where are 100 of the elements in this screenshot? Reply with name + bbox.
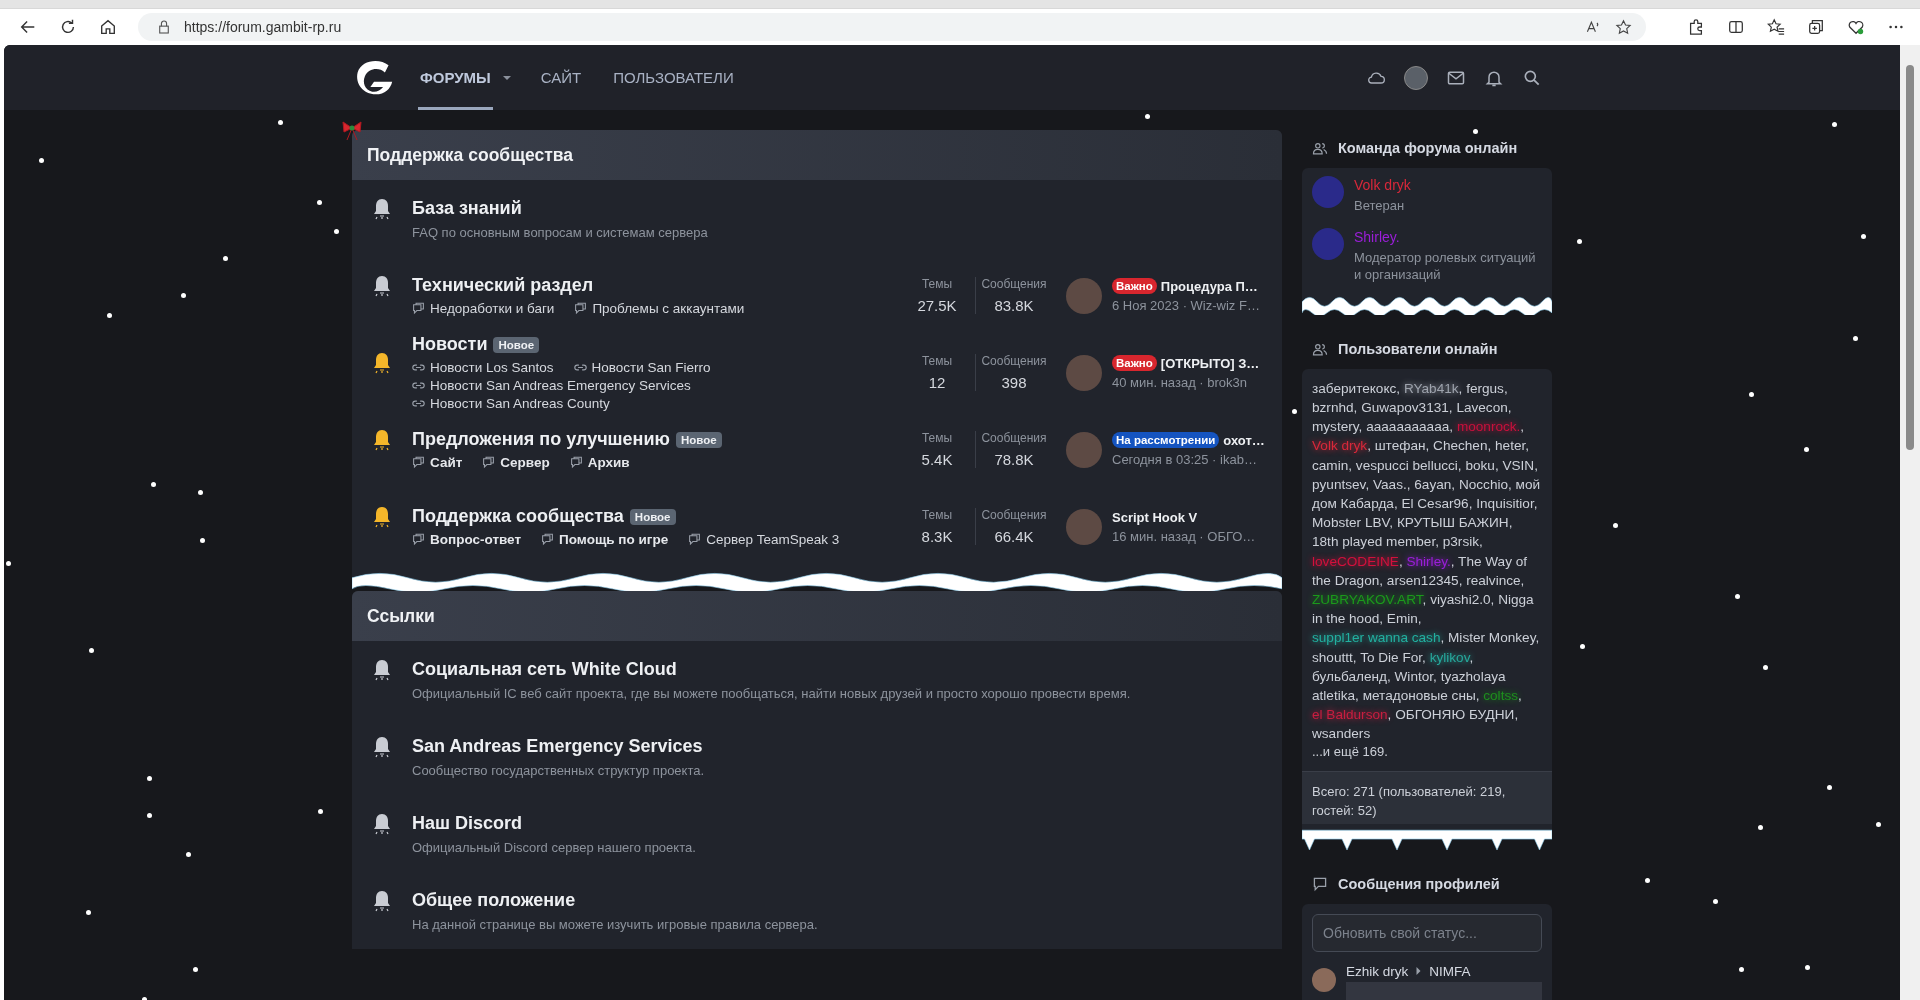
stat-value: 5.4K: [920, 451, 954, 468]
online-users-list: заберитекокс, RYab41k, fergus, bzrnhd, Guwapov3131, Lavecon, mystery, ааааааааааа, moonrock., Volk dryk, штефан, Chechen, heter, camin, vespucci bellucci, boku, VSIN, pyuntsev, Vaas., 6ayan, Nocchio, мой дом Кабарда, El Cesar96, Inquisitior, Mobster LBV, КРУТЫШ БАЖИН, 18th played member, p3rsik, loveCODEINE, Shirley., The Way of the Dragon, arsen12345, realvince, ZUBRYAKOV.ART, viyashi2.0, Nigga in the hood, Emin, suppl1er wanna cash, Mister Monkey, shouttt, To Die For, kylikov, бульбаленд, Wintor, tyazholaya atletika, метадоновые сны, coltss, el Baldurson, ОБГОНЯЮ БУДНИ, wsanders: [1302, 368, 1552, 744]
subforum-link[interactable]: Проблемы с аккаунтами: [574, 301, 745, 316]
snowflake-dot: [1580, 644, 1585, 649]
snowflake-dot: [147, 776, 152, 781]
chat-bubbles-icon: [541, 533, 555, 546]
widget-title: Команда форума онлайн: [1338, 140, 1518, 156]
snowflake-dot: [1613, 523, 1618, 528]
snowflake-dot: [1861, 234, 1866, 239]
subforum-link[interactable]: Сервер TeamSpeak 3: [688, 532, 840, 547]
snowflake-dot: [193, 967, 198, 972]
more-users-text: ...и ещё 169.: [1311, 743, 1389, 761]
snowflake-dot: [107, 313, 112, 318]
read-aloud-icon[interactable]: [1585, 19, 1601, 35]
address-bar[interactable]: https://forum.gambit-rp.ru: [138, 13, 1646, 41]
home-icon[interactable]: [98, 17, 118, 37]
scrollbar[interactable]: [1900, 45, 1920, 1000]
stat-label: Темы: [920, 354, 954, 368]
username-link[interactable]: coltss: [1483, 688, 1518, 703]
snowflake-dot: [1735, 594, 1740, 599]
forum-title-link[interactable]: Социальная сеть White Cloud: [412, 658, 677, 680]
stat-label: Темы: [920, 277, 954, 291]
forum-description: Сообщество государственных структур проекта.: [412, 762, 706, 778]
star-icon[interactable]: [1615, 18, 1632, 36]
snowflake-dot: [1853, 336, 1858, 341]
subforum-link[interactable]: Новости San Andreas County: [412, 396, 610, 411]
forum-description: Официальный Discord сервер нашего проекта.: [412, 839, 697, 855]
user-role: Ветеран: [1354, 198, 1406, 215]
caret-icon[interactable]: [502, 75, 511, 80]
snowflake-dot: [278, 120, 283, 125]
collections-icon[interactable]: [1806, 17, 1826, 37]
subforum-link[interactable]: Недоработки и баги: [412, 301, 555, 316]
stat-label: Сообщения: [980, 354, 1048, 368]
new-badge: Новое: [629, 508, 676, 525]
subforum-link[interactable]: Сайт: [412, 455, 463, 470]
thread-prefix-label: Важно: [1112, 355, 1157, 371]
snowflake-dot: [181, 293, 186, 298]
favorites-icon[interactable]: [1766, 17, 1786, 37]
category-title[interactable]: Ссылки: [352, 591, 1282, 641]
stat-label: Сообщения: [980, 508, 1048, 522]
url-text: https://forum.gambit-rp.ru: [184, 19, 342, 35]
chat-bubbles-icon: [569, 456, 583, 469]
speech-bubble-icon: [1312, 875, 1328, 892]
forum-description: Официальный IC веб сайт проекта, где вы можете пообщаться, найти новых друзей и просто хорошо провести время.: [412, 685, 1132, 701]
forum-title-link[interactable]: Технический раздел: [412, 275, 594, 296]
username-link[interactable]: Ezhik dryk: [1346, 963, 1409, 979]
username-link[interactable]: NIMFA: [1429, 963, 1471, 979]
subforum-link[interactable]: Помощь по игре: [541, 532, 669, 547]
user-role: Модератор ролевых ситуаций и организаций: [1354, 250, 1537, 283]
nav-tab[interactable]: ФОРУМЫ: [418, 45, 493, 110]
snowflake-dot: [1804, 447, 1809, 452]
forum-title-link[interactable]: Поддержка сообщества: [412, 506, 624, 527]
chat-bubbles-icon: [688, 533, 702, 546]
chat-bubbles-icon: [412, 302, 425, 315]
subforum-link[interactable]: Архив: [569, 455, 630, 470]
stat-value: 66.4K: [993, 528, 1035, 545]
forum-title-link[interactable]: Предложения по улучшению: [412, 429, 670, 450]
forum-title-link[interactable]: San Andreas Emergency Services: [412, 735, 703, 757]
widget-title: Сообщения профилей: [1338, 875, 1500, 892]
subforum-link[interactable]: Новости Los Santos: [412, 360, 554, 375]
snowflake-dot: [223, 256, 228, 261]
username-link[interactable]: ZUBRYAKOV.ART: [1312, 592, 1423, 607]
nav-tab[interactable]: ПОЛЬЗОВАТЕЛИ: [611, 45, 736, 110]
username-link[interactable]: RYab41k: [1403, 380, 1459, 396]
link-icon: [412, 361, 425, 374]
user-avatar[interactable]: [1404, 65, 1428, 90]
stat-label: Сообщения: [980, 277, 1048, 291]
snowflake-dot: [1739, 967, 1744, 972]
status-input-field[interactable]: Обновить свой статус...: [1312, 913, 1542, 952]
last-post-meta: 40 мин. назад · brok3n: [1112, 375, 1248, 390]
stat-value: 8.3K: [920, 528, 954, 545]
subforum-link[interactable]: Новости San Andreas Emergency Services: [412, 378, 691, 393]
subforum-link[interactable]: Новости San Fierro: [573, 360, 711, 375]
last-post-meta: Сегодня в 03:25 · ikab…: [1112, 452, 1258, 467]
link-icon: [573, 361, 587, 374]
thread-title-link[interactable]: Script Hook V: [1112, 509, 1198, 525]
forum-title-link[interactable]: Новости: [412, 334, 488, 355]
subforum-link[interactable]: Вопрос-ответ: [412, 532, 522, 547]
scrollbar-thumb[interactable]: [1906, 65, 1914, 450]
thread-title-link[interactable]: Процедура П…: [1160, 278, 1258, 294]
stat-label: Темы: [920, 431, 954, 445]
nav-tab[interactable]: САЙТ: [538, 45, 584, 110]
snowflake-dot: [1827, 785, 1832, 790]
category-title[interactable]: Поддержка сообщества: [352, 130, 1282, 180]
snowflake-dot: [186, 852, 191, 857]
snowflake-dot: [1876, 822, 1881, 827]
avatar-placeholder[interactable]: [1312, 967, 1336, 992]
forum-title-link[interactable]: Общее положение: [412, 889, 576, 911]
link-icon: [412, 379, 425, 392]
forum-title-link[interactable]: Наш Discord: [412, 812, 523, 834]
stat-value: 12: [927, 374, 947, 391]
triangle-right-icon: [1416, 967, 1422, 976]
lock-icon: [158, 20, 170, 34]
last-post-meta: 6 Ноя 2023 · Wiz-wiz F…: [1112, 298, 1261, 313]
forum-title-link[interactable]: База знаний: [412, 197, 522, 219]
snowflake-dot: [198, 490, 203, 495]
thread-title-link[interactable]: охот…: [1223, 432, 1265, 448]
widget-title: Пользователи онлайн: [1338, 340, 1498, 357]
subforum-link[interactable]: Сервер: [482, 455, 550, 470]
thread-title-link[interactable]: [ОТКРЫТО] З…: [1160, 355, 1260, 371]
